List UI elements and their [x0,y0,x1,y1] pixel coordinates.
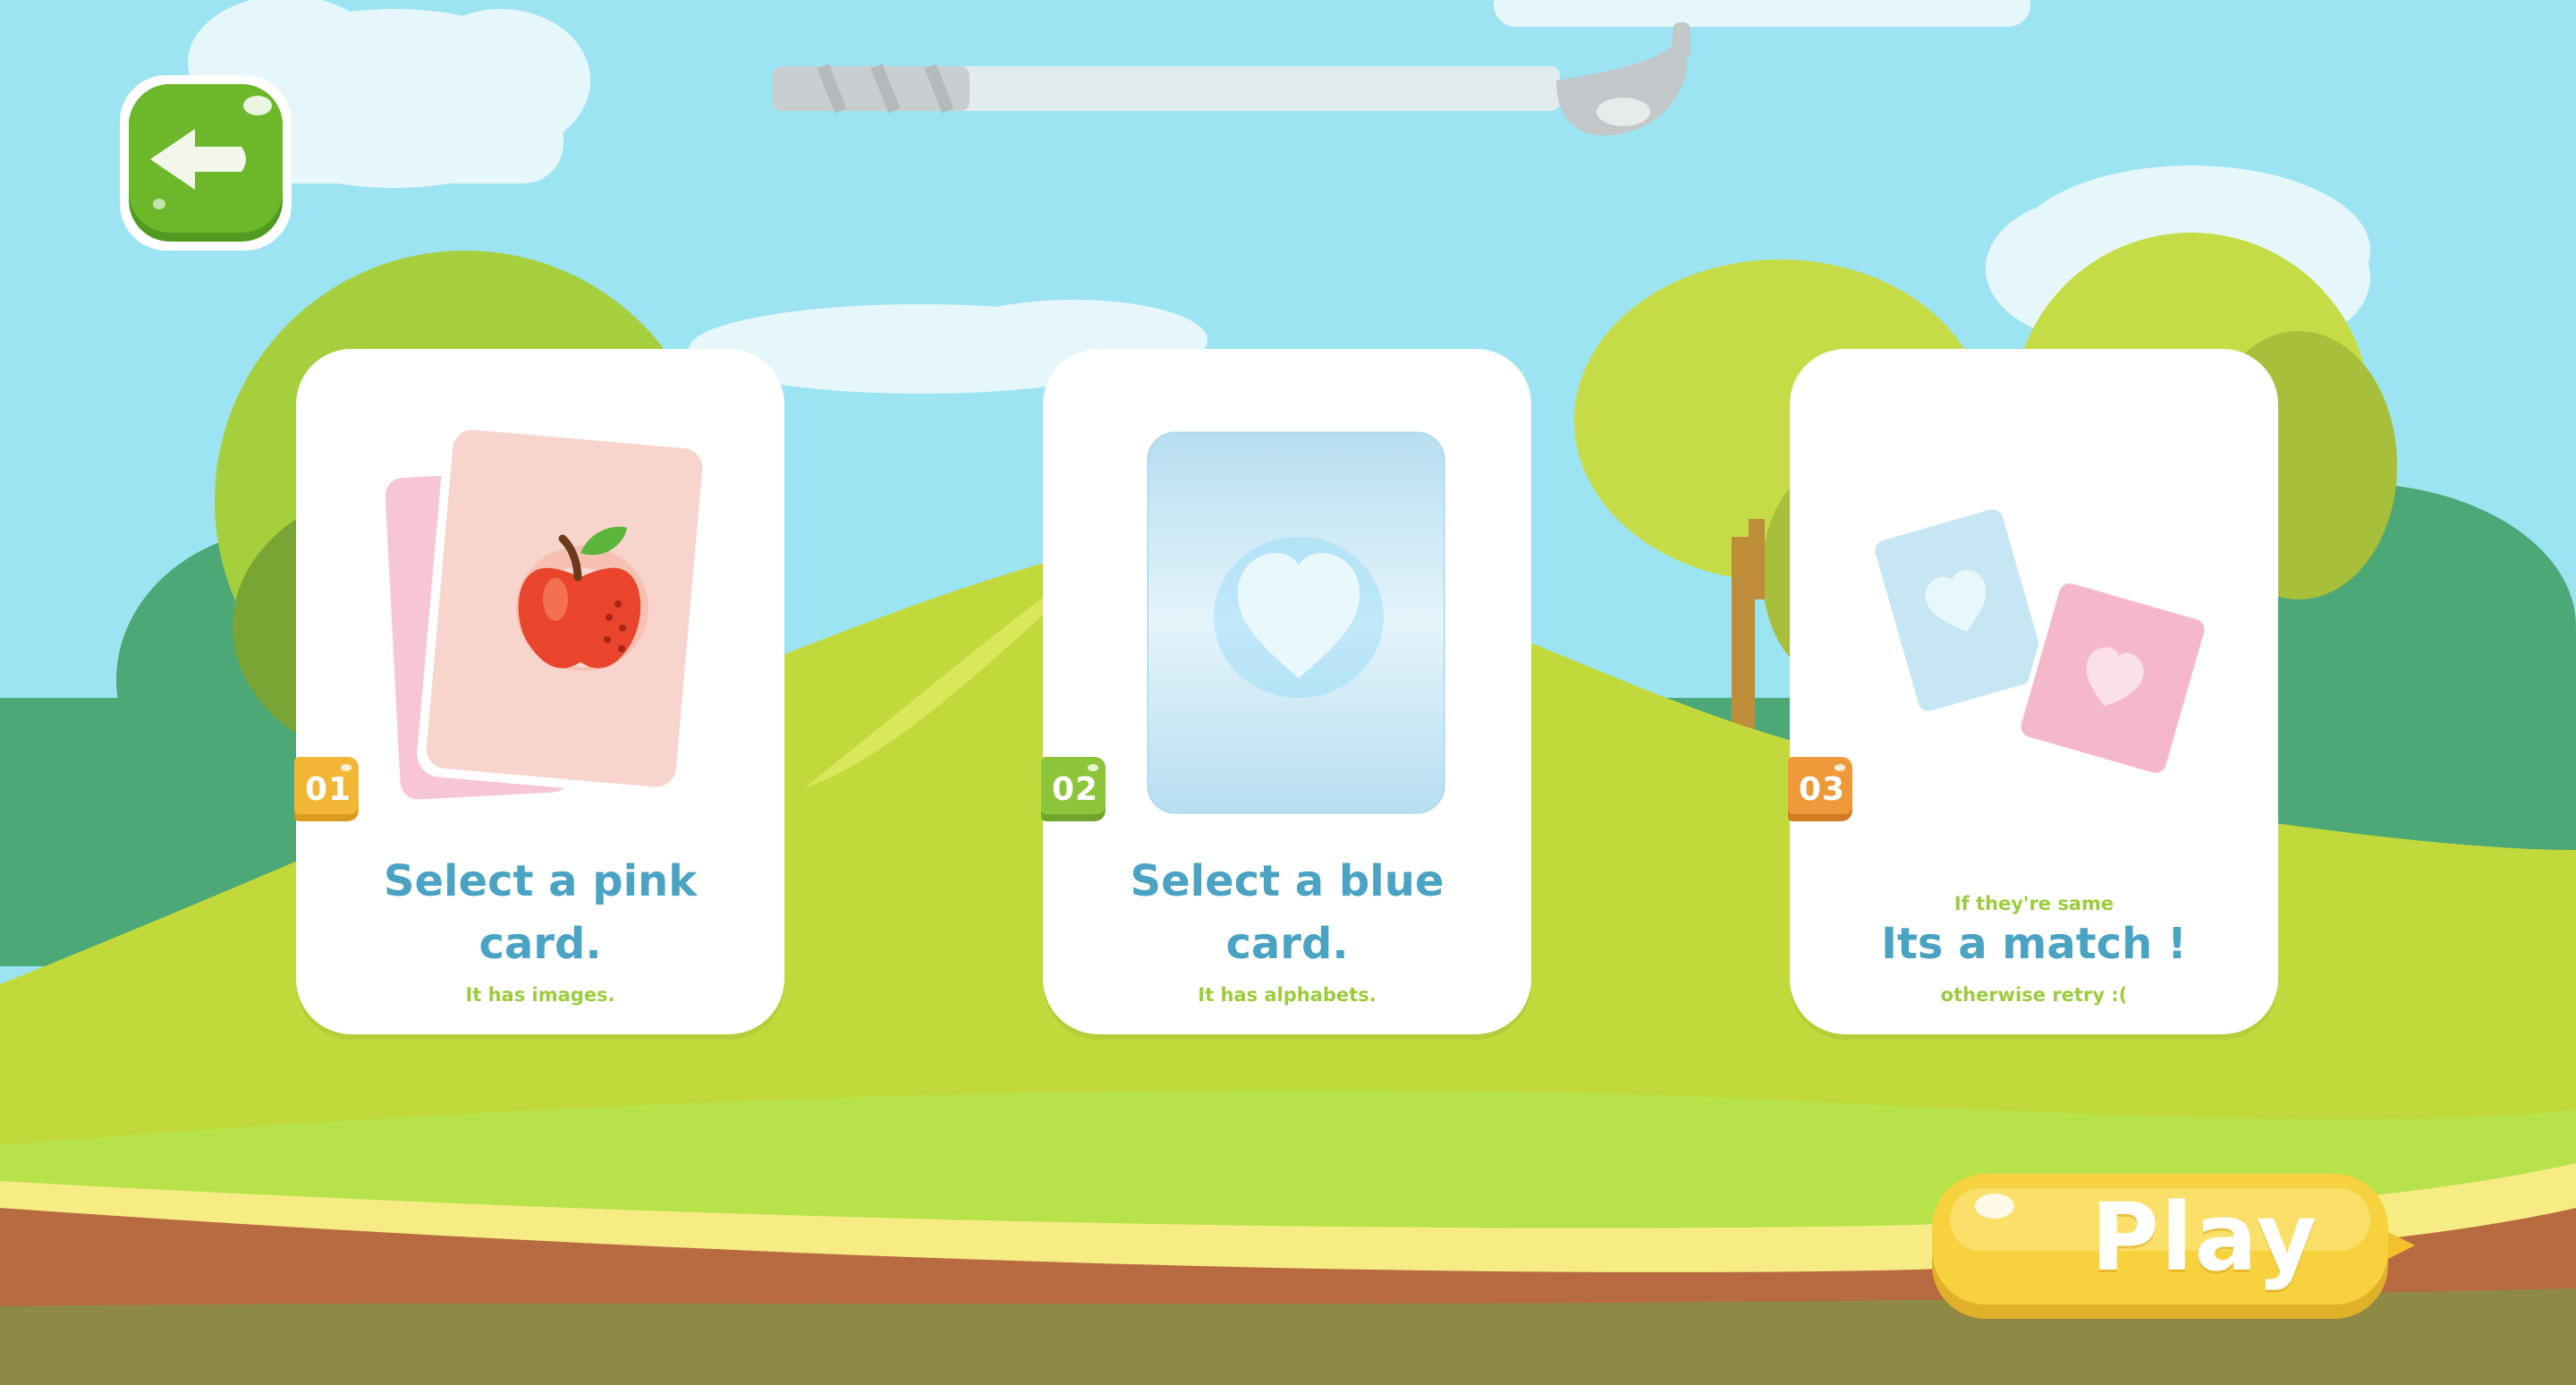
step-title-line2: card. [1225,919,1349,969]
play-button[interactable]: Play [1932,1174,2420,1319]
step-pre-title: If they're same [1953,893,2114,914]
play-label: Play [2090,1183,2319,1292]
apple-card-icon [385,420,712,800]
step-number-badge: 01 [294,757,362,821]
step-card-1: 01 Select a pink card. It has images. [294,349,784,1034]
step-card-3: 03 If they're same Its a match ! otherwi… [1788,349,2278,1034]
step-title: Select a pink [383,856,698,906]
step-subtitle: It has alphabets. [1198,984,1377,1006]
arrow-left-icon [120,75,292,251]
step-title-line2: card. [479,919,602,969]
step-subtitle: It has images. [465,984,615,1006]
spoon-icon [773,22,1690,136]
back-button[interactable] [116,70,295,254]
step-number: 03 [1798,770,1846,808]
matching-cards-icon [1868,503,2211,779]
step-number: 01 [304,770,352,808]
step-card-2: 02 Select a blue card. It has alphabets. [1041,349,1531,1034]
step-number-badge: 03 [1788,757,1856,821]
step-number: 02 [1051,770,1099,808]
step-title: Its a match ! [1881,919,2187,969]
step-subtitle: otherwise retry :( [1940,984,2128,1006]
heart-card-icon [1138,417,1445,814]
step-number-badge: 02 [1041,757,1109,821]
spoon-progress-meter [769,18,1771,152]
step-title: Select a blue [1130,856,1445,906]
